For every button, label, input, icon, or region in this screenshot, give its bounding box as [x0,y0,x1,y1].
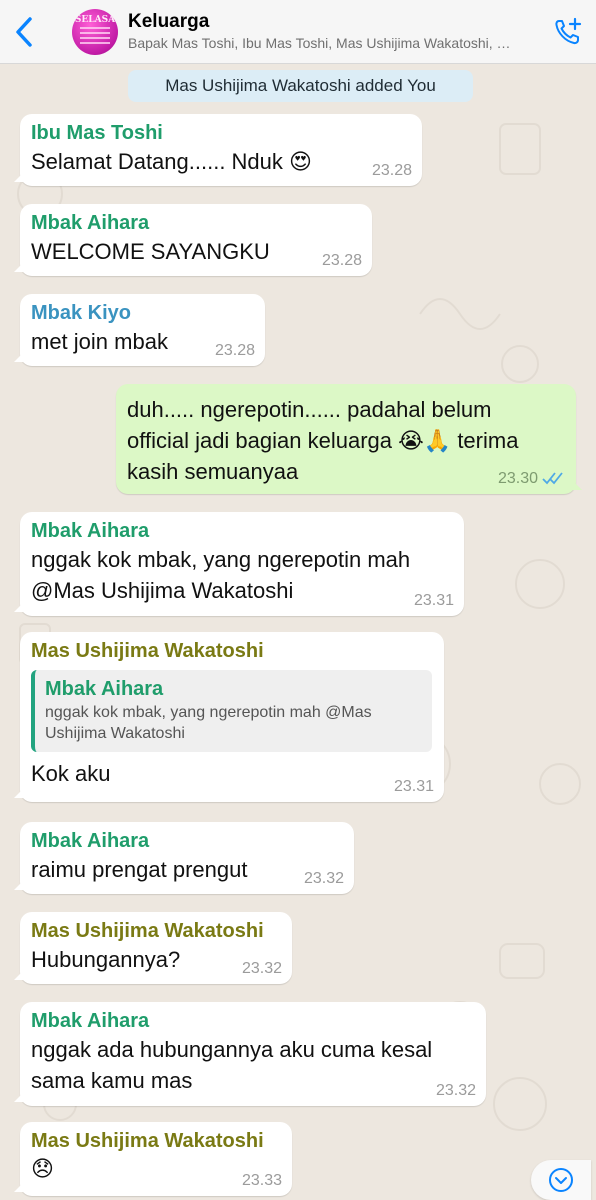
message-text: nggak kok mbak, yang ngerepotin mah [31,547,411,572]
message-text: WELCOME SAYANGKU [31,239,270,264]
message-time: 23.30 [497,470,538,487]
message-text: nggak ada hubungannya aku cuma kesal [31,1037,433,1062]
add-call-icon [555,17,582,44]
chat-header: SELASA Keluarga Bapak Mas Toshi, Ibu Mas… [0,0,596,64]
message-bubble[interactable]: Mbak Aihara raimu prengat prengut 23.32 [20,822,354,894]
message-text: sama kamu mas [31,1068,193,1093]
message-bubble[interactable]: Mas Ushijima Wakatoshi Mbak Aihara nggak… [20,632,444,802]
message-time: 23.32 [435,1082,476,1099]
message-time: 23.32 [303,870,344,887]
quoted-message[interactable]: Mbak Aihara nggak kok mbak, yang ngerepo… [31,670,432,752]
message-bubble[interactable]: Mbak Kiyo met join mbak 23.28 [20,294,265,366]
chevron-left-icon [16,16,32,47]
message-sender: Mbak Aihara [31,520,150,542]
message-time: 23.28 [214,342,255,359]
message-text: @Mas Ushijima Wakatoshi [31,578,294,603]
chat-title: Keluarga [128,10,210,32]
add-call-button[interactable] [540,0,596,64]
group-avatar[interactable]: SELASA [72,8,118,55]
avatar-text: SELASA [74,14,116,25]
quoted-text: nggak kok mbak, yang ngerepotin mah @Mas [45,704,372,721]
read-ticks-icon [542,472,563,485]
message-text: Kok aku [31,761,111,786]
quoted-text: Ushijima Wakatoshi [45,725,185,742]
message-bubble-outgoing[interactable]: duh..... ngerepotin...... padahal belum … [116,384,576,494]
message-sender: Mbak Aihara [31,212,150,234]
chat-title-block[interactable]: Keluarga Bapak Mas Toshi, Ibu Mas Toshi,… [128,11,540,53]
message-text: official jadi bagian keluarga 😭🙏 terima [127,428,519,453]
message-text: duh..... ngerepotin...... padahal belum [127,397,492,422]
message-time: 23.31 [393,778,434,795]
message-bubble[interactable]: Ibu Mas Toshi Selamat Datang...... Nduk … [20,114,422,186]
quoted-sender: Mbak Aihara [45,678,164,700]
chevron-down-circle-icon [549,1168,573,1192]
scroll-to-bottom-button[interactable] [531,1160,591,1200]
system-message: Mas Ushijima Wakatoshi added You [128,70,473,102]
message-time: 23.28 [371,162,412,179]
message-sender: Mas Ushijima Wakatoshi [31,920,264,942]
message-time: 23.31 [413,592,454,609]
message-sender: Mbak Aihara [31,830,150,852]
chat-area[interactable]: Mas Ushijima Wakatoshi added You Ibu Mas… [0,64,596,1200]
message-sender: Mbak Aihara [31,1010,150,1032]
message-text: Selamat Datang...... Nduk 😍 [31,149,312,174]
message-sender: Mbak Kiyo [31,302,132,324]
message-time: 23.32 [241,960,282,977]
message-time: 23.28 [321,252,362,269]
message-sender: Ibu Mas Toshi [31,122,163,144]
message-bubble[interactable]: Mbak Aihara WELCOME SAYANGKU 23.28 [20,204,372,276]
message-sender: Mas Ushijima Wakatoshi [31,640,264,662]
message-bubble[interactable]: Mas Ushijima Wakatoshi 😞 23.33 [20,1122,292,1196]
message-text: raimu prengat prengut [31,857,248,882]
back-button[interactable] [0,0,48,64]
message-bubble[interactable]: Mbak Aihara nggak kok mbak, yang ngerepo… [20,512,464,616]
message-bubble[interactable]: Mbak Aihara nggak ada hubungannya aku cu… [20,1002,486,1106]
chat-members: Bapak Mas Toshi, Ibu Mas Toshi, Mas Ushi… [128,34,511,51]
message-bubble[interactable]: Mas Ushijima Wakatoshi Hubungannya? 23.3… [20,912,292,984]
message-time: 23.33 [241,1172,282,1189]
message-sender: Mas Ushijima Wakatoshi [31,1130,264,1152]
